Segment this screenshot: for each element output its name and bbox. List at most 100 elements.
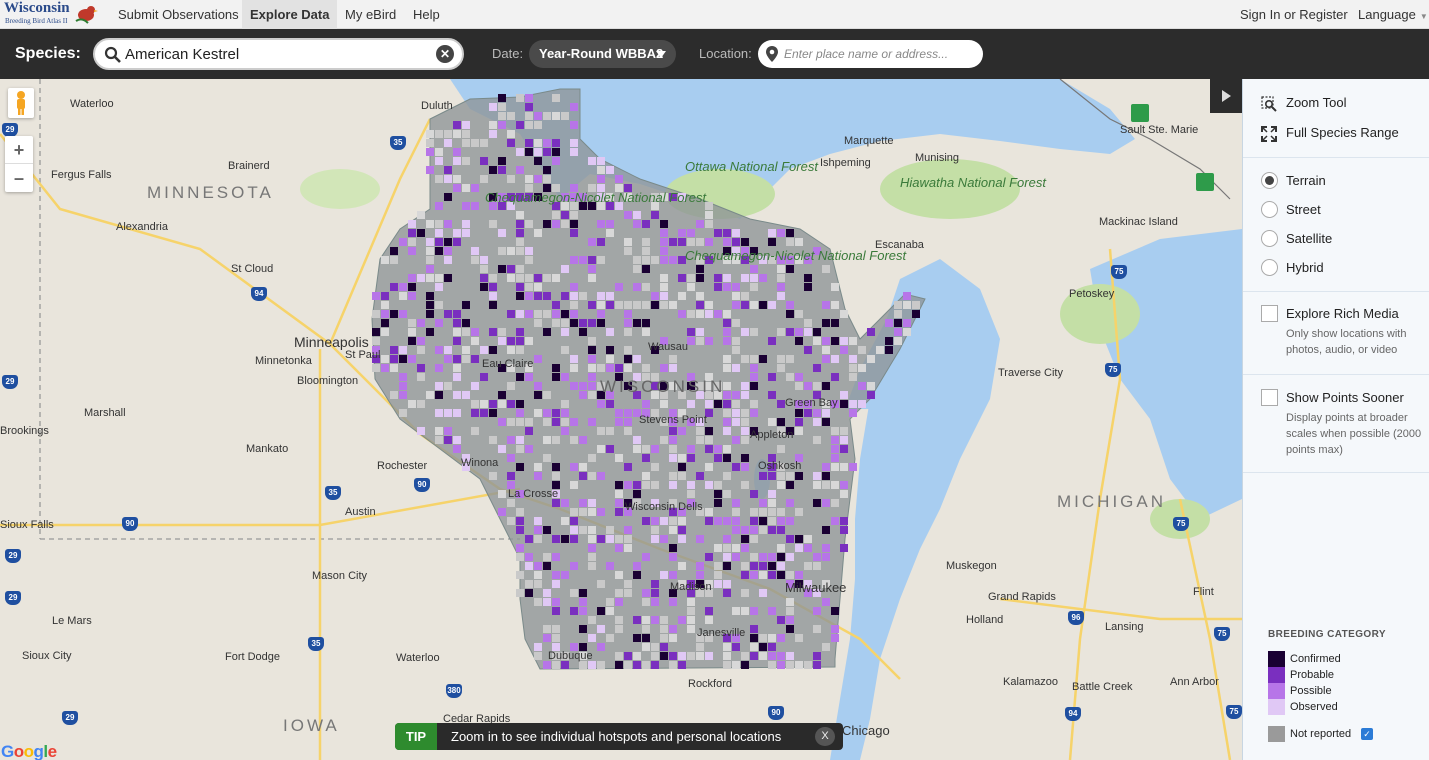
- atlas-block-cell: [642, 589, 650, 597]
- atlas-block-cell: [615, 661, 623, 669]
- full-range-button[interactable]: Full Species Range: [1261, 125, 1421, 143]
- atlas-block-cell: [579, 319, 587, 327]
- points-sooner-checkbox[interactable]: [1261, 389, 1278, 406]
- tip-close-button[interactable]: X: [815, 727, 835, 746]
- atlas-block-cell: [516, 400, 524, 408]
- atlas-block-cell: [489, 301, 497, 309]
- atlas-block-cell: [804, 562, 812, 570]
- atlas-block-cell: [633, 616, 641, 624]
- atlas-block-cell: [399, 346, 407, 354]
- city-label: Mason City: [312, 570, 368, 582]
- atlas-block-cell: [624, 652, 632, 660]
- atlas-block-cell: [669, 652, 677, 660]
- points-sooner-option[interactable]: Show Points Sooner Display points at bro…: [1261, 389, 1426, 461]
- atlas-block-cell: [804, 319, 812, 327]
- nav-submit-observations[interactable]: Submit Observations: [110, 0, 247, 29]
- atlas-block-cell: [651, 211, 659, 219]
- atlas-block-cell: [516, 292, 524, 300]
- atlas-block-cell: [660, 625, 668, 633]
- atlas-block-cell: [750, 373, 758, 381]
- legend-swatch: [1268, 651, 1285, 667]
- zoom-tool-button[interactable]: Zoom Tool: [1261, 95, 1421, 113]
- location-input[interactable]: Enter place name or address...: [784, 47, 948, 61]
- species-input[interactable]: American Kestrel: [125, 46, 239, 63]
- date-select[interactable]: Year-Round WBBA2: [529, 40, 676, 68]
- city-label: Marquette: [844, 135, 894, 147]
- atlas-block-cell: [903, 319, 911, 327]
- atlas-block-cell: [579, 463, 587, 471]
- google-logo: Google: [1, 742, 57, 760]
- atlas-block-cell: [840, 463, 848, 471]
- legend-item: Observed: [1268, 699, 1418, 715]
- atlas-block-cell: [795, 238, 803, 246]
- atlas-block-cell: [516, 220, 524, 228]
- atlas-block-cell: [768, 634, 776, 642]
- species-map[interactable]: MINNESOTA WISCONSIN MICHIGAN IOWA Ottawa…: [0, 79, 1242, 760]
- atlas-block-cell: [561, 400, 569, 408]
- atlas-block-cell: [840, 391, 848, 399]
- interstate-shield-icon: 29: [5, 591, 21, 605]
- atlas-block-cell: [723, 319, 731, 327]
- nav-sign-in[interactable]: Sign In or Register: [1232, 0, 1356, 29]
- atlas-block-cell: [435, 346, 443, 354]
- atlas-block-cell: [498, 490, 506, 498]
- atlas-block-cell: [777, 292, 785, 300]
- atlas-block-cell: [597, 661, 605, 669]
- atlas-logo[interactable]: Wisconsin Breeding Bird Atlas II: [4, 0, 104, 27]
- atlas-block-cell: [462, 328, 470, 336]
- species-search-field[interactable]: American Kestrel ✕: [93, 38, 464, 70]
- nav-language-menu[interactable]: Language ▼: [1350, 0, 1429, 29]
- full-range-label: Full Species Range: [1286, 125, 1399, 140]
- rich-media-checkbox[interactable]: [1261, 305, 1278, 322]
- city-label: Austin: [345, 506, 376, 518]
- city-label: Sioux Falls: [0, 519, 54, 531]
- atlas-block-cell: [660, 535, 668, 543]
- atlas-block-cell: [516, 238, 524, 246]
- atlas-block-cell: [498, 508, 506, 516]
- atlas-block-cell: [651, 661, 659, 669]
- zoom-in-button[interactable]: +: [5, 136, 33, 164]
- rich-media-option[interactable]: Explore Rich Media Only show locations w…: [1261, 305, 1426, 361]
- map-type-street[interactable]: Street: [1261, 201, 1421, 219]
- atlas-block-cell: [732, 643, 740, 651]
- park-marker-icon[interactable]: [1131, 104, 1149, 122]
- city-label: Flint: [1193, 586, 1214, 598]
- atlas-block-cell: [885, 337, 893, 345]
- atlas-block-cell: [489, 400, 497, 408]
- map-type-terrain[interactable]: Terrain: [1261, 172, 1421, 190]
- nav-help[interactable]: Help: [405, 0, 448, 29]
- atlas-block-cell: [588, 301, 596, 309]
- atlas-block-cell: [840, 436, 848, 444]
- atlas-block-cell: [705, 607, 713, 615]
- map-type-satellite[interactable]: Satellite: [1261, 230, 1421, 248]
- atlas-block-cell: [543, 661, 551, 669]
- clear-icon[interactable]: ✕: [436, 45, 454, 63]
- legend-item-not-reported[interactable]: Not reported ✓: [1268, 726, 1418, 742]
- atlas-block-cell: [750, 400, 758, 408]
- atlas-block-cell: [534, 526, 542, 534]
- atlas-block-cell: [813, 436, 821, 444]
- atlas-block-cell: [615, 409, 623, 417]
- atlas-block-cell: [768, 562, 776, 570]
- atlas-block-cell: [480, 274, 488, 282]
- location-search-field[interactable]: Enter place name or address...: [758, 40, 983, 68]
- panel-collapse-button[interactable]: [1210, 79, 1242, 113]
- atlas-block-cell: [822, 544, 830, 552]
- map-type-hybrid[interactable]: Hybrid: [1261, 259, 1421, 277]
- nav-explore-data[interactable]: Explore Data: [242, 0, 338, 29]
- street-view-pegman-icon[interactable]: [8, 88, 34, 118]
- atlas-block-cell: [714, 499, 722, 507]
- park-marker-icon[interactable]: [1196, 173, 1214, 191]
- atlas-block-cell: [516, 274, 524, 282]
- nav-my-ebird[interactable]: My eBird: [337, 0, 404, 29]
- atlas-block-cell: [624, 355, 632, 363]
- atlas-block-cell: [534, 643, 542, 651]
- atlas-block-cell: [651, 526, 659, 534]
- atlas-block-cell: [426, 247, 434, 255]
- atlas-block-cell: [777, 526, 785, 534]
- atlas-block-cell: [633, 265, 641, 273]
- not-reported-checkbox[interactable]: ✓: [1361, 728, 1373, 740]
- atlas-block-cell: [516, 229, 524, 237]
- atlas-block-cell: [489, 283, 497, 291]
- zoom-out-button[interactable]: –: [5, 164, 33, 192]
